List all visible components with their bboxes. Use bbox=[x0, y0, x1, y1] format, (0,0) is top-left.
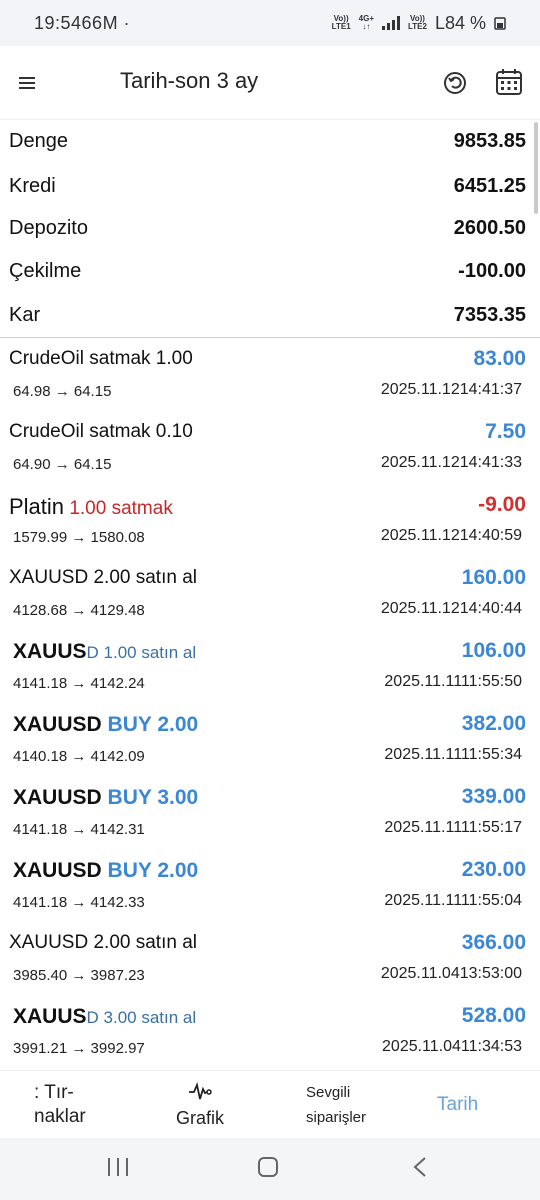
trade-row[interactable]: XAUUSD BUY 3.00 339.00 4141.18 → 4142.31… bbox=[0, 778, 540, 851]
signal-icon bbox=[381, 16, 400, 30]
trade-row[interactable]: XAUUSD BUY 2.00 230.00 4141.18 → 4142.33… bbox=[0, 851, 540, 924]
refresh-icon bbox=[444, 72, 466, 94]
trade-row[interactable]: CrudeOil satmak 0.10 7.50 64.90 → 64.15 … bbox=[0, 413, 540, 486]
summary-label: Denge bbox=[9, 130, 68, 152]
trade-title: XAUUSD BUY 2.00 bbox=[13, 713, 199, 736]
battery-icon bbox=[494, 17, 506, 30]
trade-row[interactable]: XAUUSD 1.00 satın al 106.00 4141.18 → 41… bbox=[0, 632, 540, 705]
trade-profit: 339.00 bbox=[461, 785, 526, 808]
pulse-chart-icon bbox=[189, 1081, 212, 1099]
summary-value: 6451.25 bbox=[453, 175, 526, 197]
trade-title: Platin 1.00 satmak bbox=[9, 494, 173, 519]
system-navigation-bar bbox=[0, 1138, 540, 1200]
summary-value: 9853.85 bbox=[453, 130, 526, 152]
page-title: Tarih-son 3 ay bbox=[120, 68, 259, 93]
trade-prices: 3985.40 → 3987.23 bbox=[13, 967, 145, 984]
summary-label: Çekilme bbox=[9, 260, 82, 282]
summary-row-profit: Kar 7353.35 bbox=[0, 296, 540, 336]
calendar-icon bbox=[496, 69, 522, 95]
trade-time: 2025.11.1214:41:37 bbox=[380, 381, 522, 398]
tab-chart[interactable]: Grafik bbox=[176, 1071, 224, 1139]
summary-value: 7353.35 bbox=[453, 304, 526, 326]
trade-prices: 64.98 → 64.15 bbox=[13, 383, 112, 400]
calendar-button[interactable] bbox=[493, 66, 525, 98]
summary-label: Kar bbox=[9, 304, 41, 326]
trade-time: 2025.11.1214:40:59 bbox=[380, 527, 522, 544]
trade-row[interactable]: Platin 1.00 satmak -9.00 1579.99 → 1580.… bbox=[0, 486, 540, 559]
summary-value: -100.00 bbox=[458, 260, 526, 282]
trade-row[interactable]: XAUUSD 2.00 satın al 160.00 4128.68 → 41… bbox=[0, 559, 540, 632]
trade-title: XAUUSD 3.00 satın al bbox=[13, 1005, 197, 1028]
home-button[interactable] bbox=[256, 1156, 280, 1183]
summary-row-balance: Denge 9853.85 bbox=[0, 122, 540, 162]
trade-time: 2025.11.1111:55:34 bbox=[384, 746, 522, 763]
trade-row[interactable]: XAUUSD BUY 2.00 382.00 4140.18 → 4142.09… bbox=[0, 705, 540, 778]
account-summary: Denge 9853.85 Kredi 6451.25 Depozito 260… bbox=[0, 120, 540, 338]
status-time: 19:5466M · bbox=[34, 12, 131, 33]
trade-row[interactable]: XAUUSD 3.00 satın al 528.00 3991.21 → 39… bbox=[0, 997, 540, 1068]
trade-profit: 382.00 bbox=[461, 712, 526, 735]
refresh-button[interactable] bbox=[440, 68, 470, 98]
trade-prices: 4141.18 → 4142.33 bbox=[13, 894, 145, 911]
trade-prices: 1579.99 → 1580.08 bbox=[13, 529, 145, 546]
trade-prices: 4141.18 → 4142.24 bbox=[13, 675, 145, 692]
trade-profit: -9.00 bbox=[478, 493, 526, 516]
trade-profit: 106.00 bbox=[461, 639, 526, 662]
recents-icon bbox=[108, 1158, 128, 1176]
trade-title: XAUUSD 2.00 satın al bbox=[9, 567, 197, 588]
trade-prices: 3991.21 → 3992.97 bbox=[13, 1040, 145, 1057]
trade-profit: 7.50 bbox=[485, 420, 526, 443]
trade-time: 2025.11.1111:55:04 bbox=[384, 892, 522, 909]
trade-row[interactable]: XAUUSD 2.00 satın al 366.00 3985.40 → 39… bbox=[0, 924, 540, 997]
trade-title: XAUUSD BUY 2.00 bbox=[13, 859, 199, 882]
trade-prices: 4140.18 → 4142.09 bbox=[13, 748, 145, 765]
trade-profit: 83.00 bbox=[473, 347, 526, 370]
trade-profit: 528.00 bbox=[461, 1004, 526, 1027]
back-button[interactable] bbox=[410, 1156, 430, 1183]
trade-time: 2025.11.0411:34:53 bbox=[382, 1038, 522, 1055]
trade-time: 2025.11.1214:40:44 bbox=[380, 600, 522, 617]
trade-profit: 160.00 bbox=[461, 566, 526, 589]
app-bar: Tarih-son 3 ay bbox=[0, 46, 540, 120]
battery-level: L84 % bbox=[434, 12, 486, 33]
trade-row[interactable]: CrudeOil satmak 1.00 83.00 64.98 → 64.15… bbox=[0, 340, 540, 413]
trade-profit: 366.00 bbox=[461, 931, 526, 954]
lte2-indicator: Vo)) LTE2 bbox=[407, 14, 427, 31]
summary-value: 2600.50 bbox=[453, 217, 526, 239]
lte1-indicator: Vo)) LTE1 bbox=[331, 14, 351, 31]
summary-label: Depozito bbox=[9, 217, 88, 239]
trade-time: 2025.11.1111:55:50 bbox=[384, 673, 522, 690]
trade-time: 2025.11.1111:55:17 bbox=[384, 819, 522, 836]
bottom-navigation: : Tır- naklar Grafik Sevgili siparişler … bbox=[0, 1070, 540, 1138]
hamburger-menu-icon bbox=[19, 77, 35, 89]
trade-time: 2025.11.0413:53:00 bbox=[380, 965, 522, 982]
trade-title: XAUUSD BUY 3.00 bbox=[13, 786, 199, 809]
trade-title: CrudeOil satmak 0.10 bbox=[9, 421, 193, 442]
status-indicators: Vo)) LTE1 4G+ ↓↑ Vo)) LTE2 L84 % bbox=[332, 13, 506, 34]
status-bar: 19:5466M · Vo)) LTE1 4G+ ↓↑ Vo)) LTE2 L8… bbox=[0, 0, 540, 46]
summary-row-deposit: Depozito 2600.50 bbox=[0, 209, 540, 249]
tab-quotes[interactable]: : Tır- naklar bbox=[34, 1071, 86, 1139]
scrollbar[interactable] bbox=[534, 122, 538, 214]
trade-title: CrudeOil satmak 1.00 bbox=[9, 348, 193, 369]
tab-favorite-orders[interactable]: Sevgili siparişler bbox=[306, 1071, 366, 1139]
home-icon bbox=[258, 1157, 278, 1177]
trade-title: XAUUSD 1.00 satın al bbox=[13, 640, 197, 663]
trade-profit: 230.00 bbox=[461, 858, 526, 881]
trade-title: XAUUSD 2.00 satın al bbox=[9, 932, 197, 953]
tab-history[interactable]: Tarih bbox=[437, 1071, 478, 1139]
trade-prices: 4141.18 → 4142.31 bbox=[13, 821, 145, 838]
summary-row-withdrawal: Çekilme -100.00 bbox=[0, 252, 540, 292]
trade-history-list[interactable]: CrudeOil satmak 1.00 83.00 64.98 → 64.15… bbox=[0, 340, 540, 1068]
trade-prices: 4128.68 → 4129.48 bbox=[13, 602, 145, 619]
summary-row-credit: Kredi 6451.25 bbox=[0, 167, 540, 207]
back-icon bbox=[413, 1157, 426, 1177]
trade-prices: 64.90 → 64.15 bbox=[13, 456, 112, 473]
recents-button[interactable] bbox=[106, 1156, 130, 1183]
menu-button[interactable] bbox=[14, 70, 40, 96]
trade-time: 2025.11.1214:41:33 bbox=[380, 454, 522, 471]
4g-indicator: 4G+ ↓↑ bbox=[358, 14, 374, 31]
summary-label: Kredi bbox=[9, 175, 56, 197]
